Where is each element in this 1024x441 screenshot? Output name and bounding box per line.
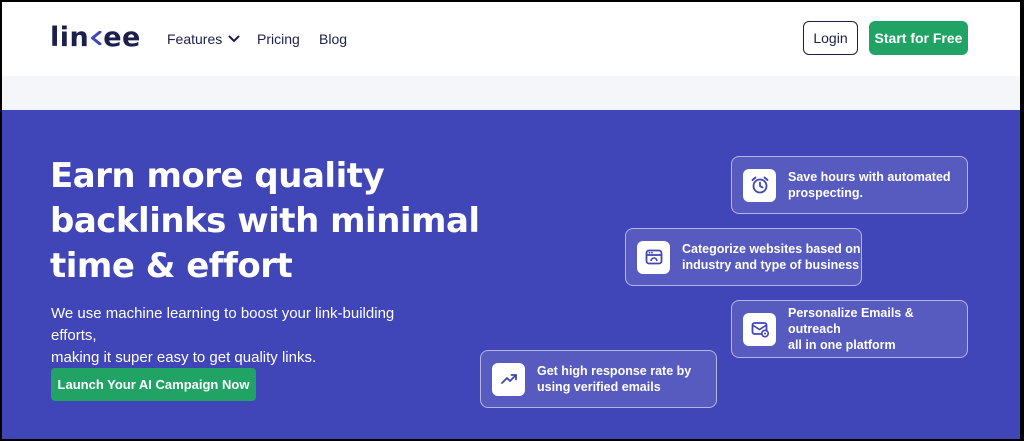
feature-line: Get high response rate by (537, 364, 692, 378)
nav-features-label: Features (167, 31, 223, 47)
hero-headline: Earn more quality backlinks with minimal… (50, 154, 480, 289)
feature-line: Save hours with automated (788, 170, 951, 184)
start-for-free-button[interactable]: Start for Free (869, 21, 968, 55)
launch-ai-campaign-button[interactable]: Launch Your AI Campaign Now (51, 368, 256, 401)
top-nav: lin ee Features Pricing Blog Login Start… (2, 2, 1020, 76)
feature-text: Personalize Emails & outreach all in one… (788, 305, 967, 353)
feature-line: industry and type of business (682, 258, 860, 272)
feature-line: prospecting. (788, 186, 864, 200)
feature-line: Categorize websites based on (682, 242, 861, 256)
trending-up-icon (492, 362, 525, 396)
header-divider-strip (2, 76, 1020, 110)
feature-text: Categorize websites based on industry an… (682, 241, 861, 273)
page: lin ee Features Pricing Blog Login Start… (2, 2, 1020, 439)
headline-line: backlinks with minimal (50, 201, 480, 241)
feature-line: Personalize Emails & outreach (788, 306, 914, 336)
browser-window-icon (637, 240, 670, 274)
feature-text: Get high response rate by using verified… (537, 363, 691, 395)
feature-card-categorize-websites: Categorize websites based on industry an… (625, 228, 862, 286)
subtitle-line: making it super easy to get quality link… (51, 349, 317, 366)
nav-blog-label: Blog (319, 31, 348, 47)
nav-features[interactable]: Features (167, 31, 240, 47)
hero-subtitle: We use machine learning to boost your li… (51, 303, 431, 369)
nav-pricing-label: Pricing (257, 31, 300, 47)
feature-card-automated-prospecting: Save hours with automated prospecting. (731, 156, 968, 214)
feature-line: using verified emails (537, 380, 661, 394)
alarm-clock-icon (743, 168, 776, 202)
headline-line: time & effort (50, 246, 293, 286)
feature-text: Save hours with automated prospecting. (788, 169, 951, 201)
hero-section: Earn more quality backlinks with minimal… (2, 110, 1020, 439)
feature-card-high-response-rate: Get high response rate by using verified… (480, 350, 717, 408)
email-settings-icon (743, 312, 776, 346)
logo-text-start: lin (50, 22, 90, 53)
feature-line: all in one platform (788, 338, 896, 352)
nav-pricing[interactable]: Pricing (257, 31, 300, 47)
subtitle-line: We use machine learning to boost your li… (51, 305, 395, 344)
logo-chevron-icon (91, 30, 102, 45)
login-button[interactable]: Login (803, 21, 858, 55)
feature-card-personalize-emails: Personalize Emails & outreach all in one… (731, 300, 968, 358)
linkee-logo[interactable]: lin ee (50, 22, 141, 53)
nav-blog[interactable]: Blog (319, 31, 347, 47)
headline-line: Earn more quality (50, 156, 385, 196)
chevron-down-icon (228, 35, 240, 43)
logo-text-end: ee (103, 22, 141, 53)
